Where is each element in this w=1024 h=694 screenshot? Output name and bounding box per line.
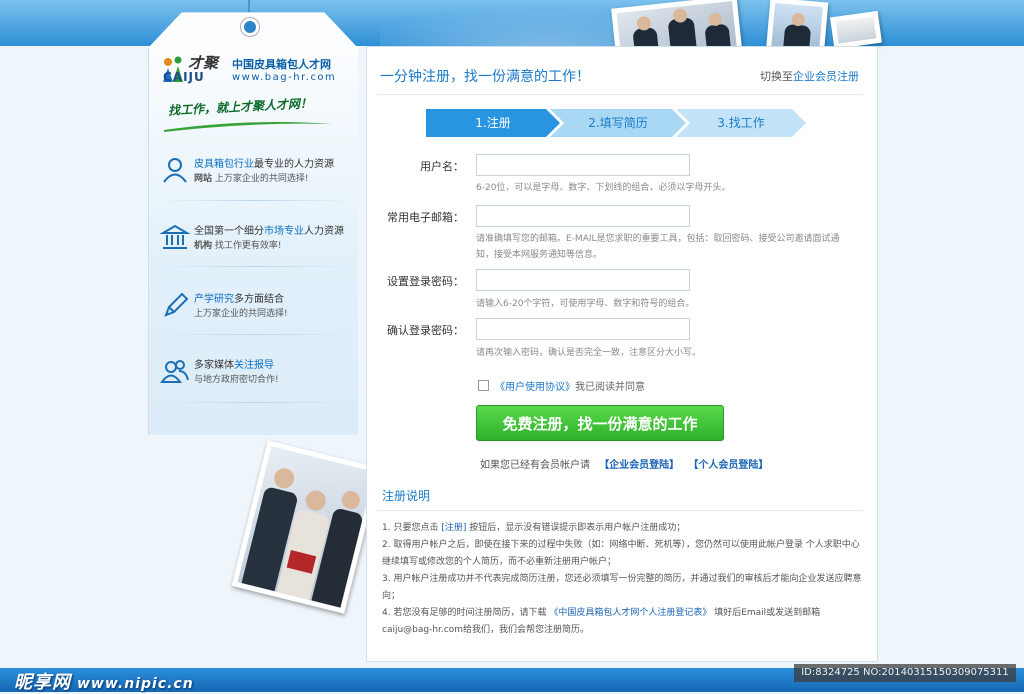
enterprise-login-link[interactable]: 【企业会员登陆】: [599, 460, 679, 471]
person-head: [339, 489, 362, 511]
logo-name-en: CAIJU: [163, 70, 205, 84]
feature-item: 产学研究多方面结合 上万家企业的共同选择!: [160, 288, 350, 338]
person-head: [303, 488, 328, 513]
feature-title: 全国第一个细分市场专业人力资源: [194, 226, 344, 237]
agreement-checkbox[interactable]: [478, 380, 489, 391]
feature-item: 全国第一个细分市场专业人力资源 机构 找工作更有效率!: [160, 220, 350, 270]
pen-icon: [164, 292, 189, 317]
email-input[interactable]: [476, 205, 690, 227]
agreement-row: 《用户使用协议》我已阅读并同意: [478, 378, 645, 393]
feature-item: 皮具箱包行业最专业的人力资源 网站 上万家企业的共同选择!: [160, 153, 350, 203]
note-item: 4. 若您没有足够的时间注册简历，请下载 《中国皮具箱包人才网个人注册登记表》 …: [382, 608, 821, 635]
person-head: [791, 12, 806, 27]
bank-icon: [160, 224, 190, 249]
header-photo-handshake: [830, 10, 882, 50]
note-item: 2. 取得用户帐户之后，即使在接下来的过程中失败（如：网络中断、死机等），您仍然…: [382, 540, 860, 567]
username-hint: 6-20位，可以是字母、数字、下划线的组合，必须以字母开头。: [476, 183, 731, 193]
person-icon: [163, 158, 187, 183]
password-hint: 请输入6-20个字符，可使用字母、数字和符号的组合。: [476, 299, 695, 309]
password-input[interactable]: [476, 269, 690, 291]
confirm-password-label: 确认登录密码：: [387, 324, 464, 337]
feature-title: 多家媒体关注报导: [194, 360, 274, 371]
feature-title: 皮具箱包行业最专业的人力资源: [194, 159, 334, 170]
username-input[interactable]: [476, 154, 690, 176]
tag-hole: [241, 18, 259, 36]
header-divider: [378, 94, 862, 95]
person-head: [272, 466, 297, 491]
step-find-job: 3.找工作: [676, 109, 806, 137]
users-icon: [160, 360, 189, 383]
notes-list: 1. 只要您点击 [注册] 按钮后，显示没有错误提示即表示用户帐户注册成功； 2…: [382, 520, 862, 639]
feature-item: 多家媒体关注报导 与地方政府密切合作!: [160, 354, 350, 404]
logo-url: www.bag-hr.com: [232, 72, 337, 83]
divider: [158, 266, 354, 267]
feature-subtitle: 与地方政府密切合作!: [194, 375, 279, 385]
photo-scene: [237, 446, 375, 608]
step-register: 1.注册: [426, 109, 560, 137]
note-item: 3. 用户帐户注册成功并不代表完成简历注册，您还必须填写一份完整的简历，并通过我…: [382, 574, 862, 601]
step-indicator: 1.注册 2.填写简历 3.找工作: [426, 109, 806, 137]
enterprise-register-link[interactable]: 企业会员注册: [793, 70, 859, 83]
divider: [158, 402, 354, 403]
watermark-id: ID:8324725 NO:20140315150309075311: [794, 664, 1016, 682]
existing-account-text: 如果您已经有会员帐户请: [480, 460, 590, 471]
feature-title: 产学研究多方面结合: [194, 294, 284, 305]
feature-subtitle: 上万家企业的共同选择!: [194, 309, 288, 319]
notes-title: 注册说明: [382, 489, 431, 503]
logo-site-name: 中国皮具箱包人才网: [232, 58, 331, 71]
email-label: 常用电子邮箱：: [387, 211, 464, 224]
confirm-password-hint: 请再次输入密码，确认是否完全一致，注意区分大小写。: [476, 348, 702, 358]
password-label: 设置登录密码：: [387, 275, 464, 288]
confirm-password-input[interactable]: [476, 318, 690, 340]
photo-scene: [835, 16, 877, 44]
step-resume: 2.填写简历: [550, 109, 686, 137]
page-headline: 一分钟注册，找一份满意的工作！: [380, 69, 590, 85]
agreement-text: 我已阅读并同意: [575, 382, 645, 393]
feature-subtitle: 网站 上万家企业的共同选择!: [194, 174, 309, 184]
notes-divider: [378, 510, 862, 511]
agreement-link[interactable]: 《用户使用协议》: [495, 382, 575, 393]
note-item: 1. 只要您点击 [注册] 按钮后，显示没有错误提示即表示用户帐户注册成功；: [382, 523, 686, 533]
feature-subtitle: 机构 找工作更有效率!: [194, 241, 282, 251]
slogan-swoosh: [164, 122, 332, 132]
existing-account-row: 如果您已经有会员帐户请 【企业会员登陆】 【个人会员登陆】: [480, 456, 768, 471]
register-submit-button[interactable]: 免费注册，找一份满意的工作: [476, 405, 724, 441]
divider: [158, 334, 354, 335]
username-label: 用户名：: [420, 160, 464, 173]
divider: [158, 200, 354, 201]
watermark-site: 昵享网 www.nipic.cn: [14, 672, 194, 693]
personal-login-link[interactable]: 【个人会员登陆】: [688, 460, 768, 471]
team-photo: [231, 440, 381, 614]
email-hint: 请准确填写您的邮箱。E-MAIL是您求职的重要工具，包括：取回密码、接受公司邀请…: [476, 234, 840, 260]
switch-enterprise: 切换至企业会员注册: [760, 70, 859, 83]
